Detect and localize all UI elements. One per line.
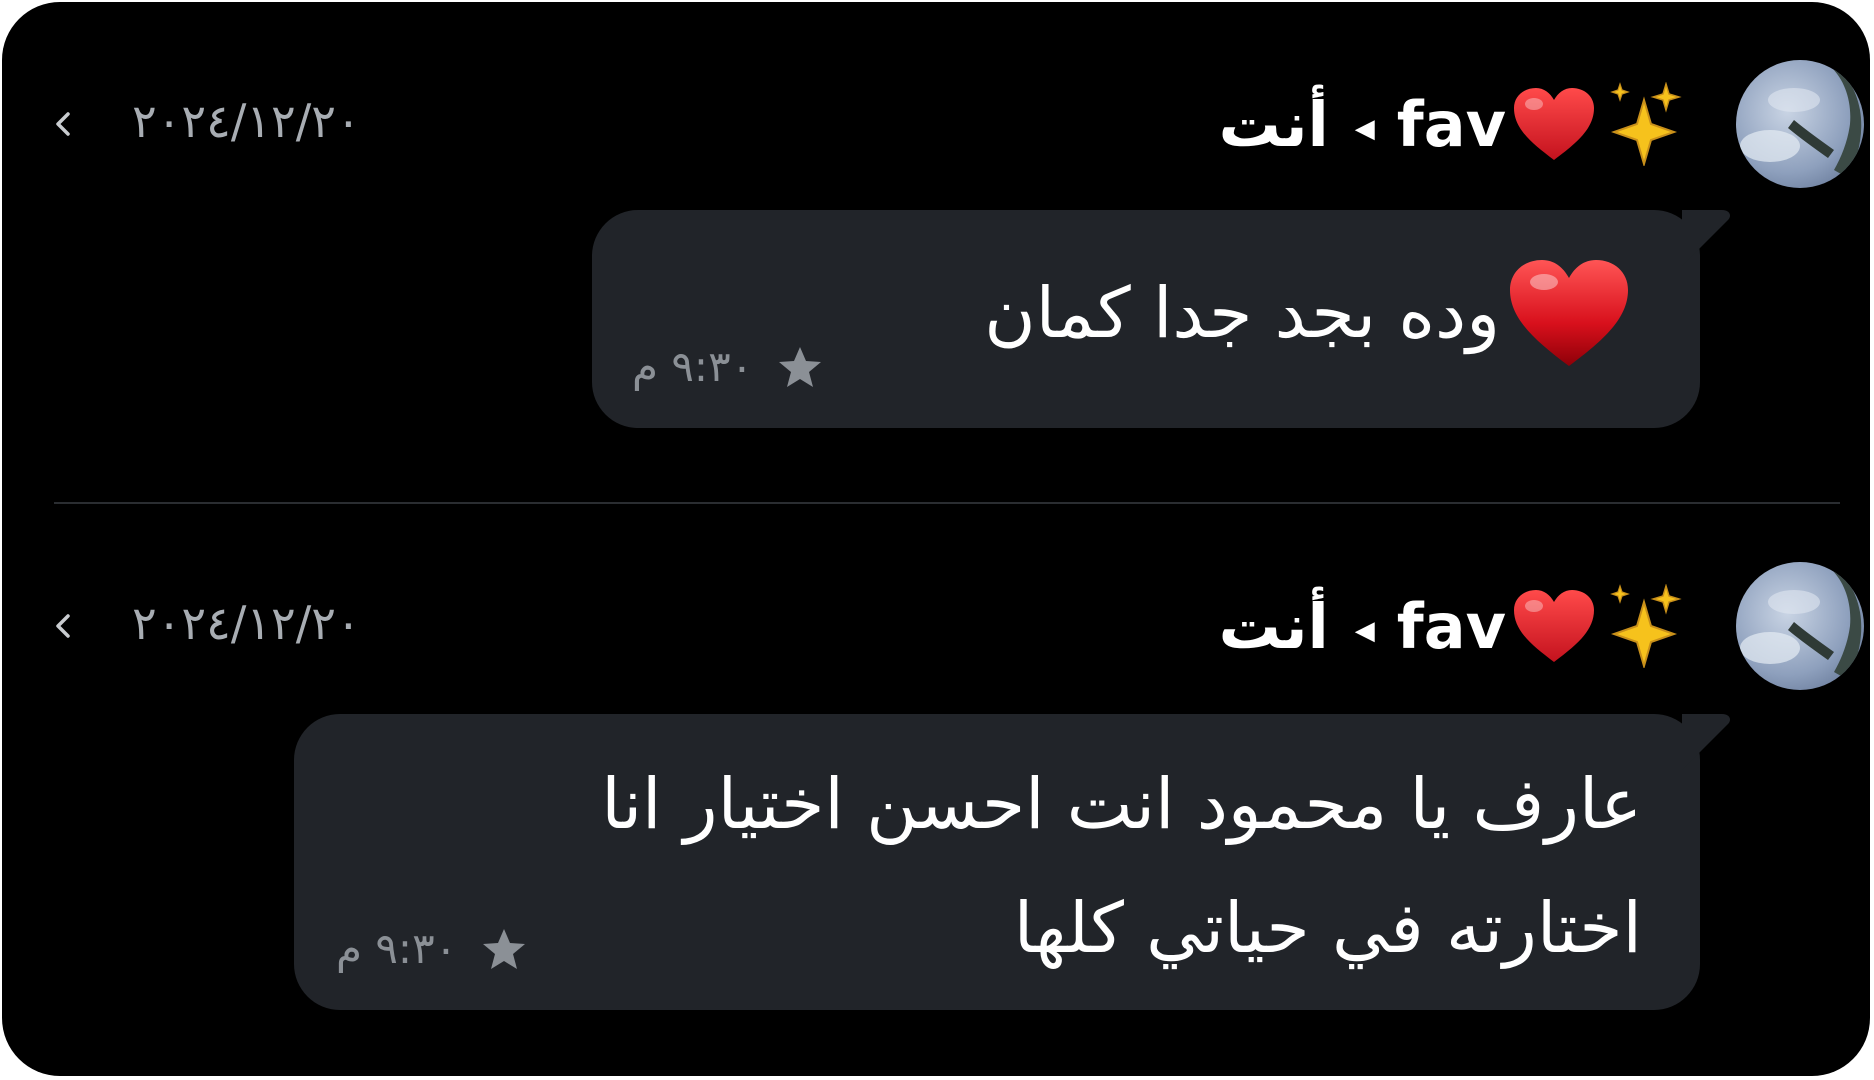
chevron-left-icon[interactable] xyxy=(48,604,78,648)
message-text: عارف يا محمود انت احسن اختيار انا اختارت… xyxy=(601,742,1642,990)
direction-arrow-icon: ◀ xyxy=(1354,114,1375,144)
bubble-tail xyxy=(1682,714,1730,770)
message-meta: ٩:٣٠ م xyxy=(336,924,527,973)
message-text: وده بجد جدا كمان xyxy=(984,254,1634,372)
message-time: ٩:٣٠ م xyxy=(632,342,754,391)
star-icon xyxy=(483,928,526,969)
red-heart-icon xyxy=(1504,254,1634,372)
bubble-tail xyxy=(1682,210,1730,266)
message-meta: ٩:٣٠ م xyxy=(632,342,823,391)
recipient-name: أنت xyxy=(1218,589,1329,663)
message-body: وده بجد جدا كمان xyxy=(984,272,1500,354)
sparkles-icon xyxy=(1606,81,1682,168)
message-line: عارف يا محمود انت احسن اختيار انا xyxy=(601,763,1642,845)
message-date: ٢٠٢٤/١٢/٢٠ xyxy=(132,596,361,650)
avatar[interactable] xyxy=(1736,562,1864,690)
message-date: ٢٠٢٤/١٢/٢٠ xyxy=(132,94,361,148)
avatar[interactable] xyxy=(1736,60,1864,188)
message-header: fav ◀ أنت xyxy=(1219,576,1682,676)
message-line: اختارته في حياتي كلها xyxy=(1013,887,1642,969)
starred-message-item[interactable]: fav ◀ أنت ٢٠٢٤/١٢/٢٠ عارف يا محمود انت ا… xyxy=(2,504,1870,1010)
sender-name: fav xyxy=(1396,589,1506,663)
chevron-left-icon[interactable] xyxy=(48,102,78,146)
message-header: fav ◀ أنت xyxy=(1219,74,1682,174)
message-time: ٩:٣٠ م xyxy=(336,924,458,973)
direction-arrow-icon: ◀ xyxy=(1354,616,1375,646)
red-heart-icon xyxy=(1510,84,1598,164)
starred-messages-screen: fav ◀ أنت ٢٠٢٤/١٢/٢٠ وده بجد جدا كمان ٩:… xyxy=(2,2,1870,1076)
recipient-name: أنت xyxy=(1218,87,1329,161)
sparkles-icon xyxy=(1606,583,1682,670)
sender-name: fav xyxy=(1396,87,1506,161)
red-heart-icon xyxy=(1510,586,1598,666)
starred-message-item[interactable]: fav ◀ أنت ٢٠٢٤/١٢/٢٠ وده بجد جدا كمان ٩:… xyxy=(2,2,1870,472)
star-icon xyxy=(779,346,822,387)
